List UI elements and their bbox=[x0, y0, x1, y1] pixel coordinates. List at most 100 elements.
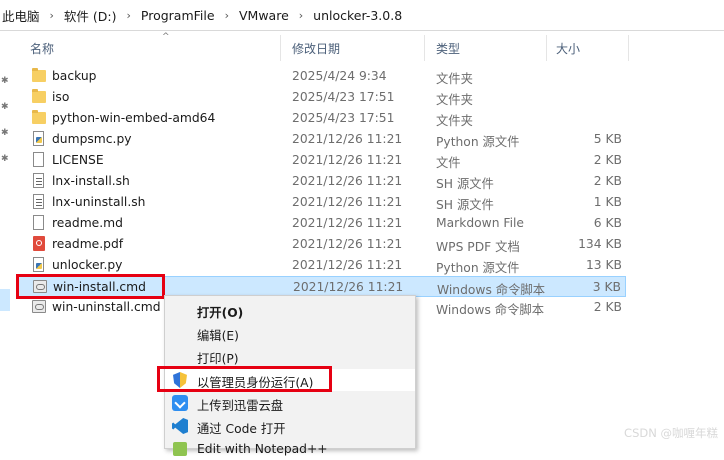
sh-file-icon bbox=[31, 173, 47, 189]
file-modified: 2021/12/26 11:21 bbox=[292, 195, 403, 209]
file-modified: 2021/12/26 11:21 bbox=[292, 174, 403, 188]
file-row[interactable]: readme.md 2021/12/26 11:21 Markdown File 6 … bbox=[18, 213, 626, 234]
menu-item[interactable]: 打开(O) bbox=[165, 299, 415, 321]
pin-icon: ✱ bbox=[1, 128, 9, 138]
file-size: 134 KB bbox=[578, 237, 622, 251]
file-type: Markdown File bbox=[436, 216, 524, 230]
file-icon bbox=[31, 152, 47, 168]
menu-item-label: 打开(O) bbox=[197, 306, 244, 320]
column-name[interactable]: 名称 bbox=[30, 40, 54, 57]
file-type: 文件夹 bbox=[436, 114, 473, 128]
file-row[interactable]: lnx-install.sh 2021/12/26 11:21 SH 源文件 2 KB bbox=[18, 171, 626, 192]
menu-item[interactable]: 编辑(E) bbox=[165, 322, 415, 344]
file-name: backup bbox=[52, 69, 97, 83]
file-size: 6 KB bbox=[593, 216, 622, 230]
file-row[interactable]: readme.pdf 2021/12/26 11:21 WPS PDF 文档 134 … bbox=[18, 234, 626, 255]
python-file-icon bbox=[31, 257, 47, 273]
file-name: iso bbox=[52, 90, 70, 104]
file-type: SH 源文件 bbox=[436, 198, 494, 212]
menu-item[interactable]: 打印(P) bbox=[165, 345, 415, 367]
file-type: SH 源文件 bbox=[436, 177, 494, 191]
file-size: 2 KB bbox=[593, 153, 622, 167]
file-name: readme.pdf bbox=[52, 237, 124, 251]
file-name: readme.md bbox=[52, 216, 123, 230]
highlight-box-file bbox=[16, 274, 165, 299]
file-size: 3 KB bbox=[592, 280, 621, 294]
file-type: 文件 bbox=[436, 156, 461, 170]
file-size: 13 KB bbox=[585, 258, 622, 272]
sh-file-icon bbox=[31, 194, 47, 210]
column-modified[interactable]: 修改日期 bbox=[292, 40, 340, 57]
file-name: python-win-embed-amd64 bbox=[52, 111, 216, 125]
file-modified: 2021/12/26 11:21 bbox=[292, 258, 403, 272]
pin-icon: ✱ bbox=[1, 102, 9, 112]
file-row[interactable]: lnx-uninstall.sh 2021/12/26 11:21 SH 源文件 1 … bbox=[18, 192, 626, 213]
file-type: Windows 命令脚本 bbox=[437, 283, 545, 297]
file-modified: 2021/12/26 11:21 bbox=[293, 280, 404, 294]
notepadpp-icon bbox=[172, 441, 188, 457]
pin-icon: ✱ bbox=[1, 154, 9, 164]
chevron-right-icon[interactable]: › bbox=[291, 9, 311, 22]
menu-item-label: 编辑(E) bbox=[197, 329, 239, 343]
file-type: 文件夹 bbox=[436, 93, 473, 107]
file-type: 文件夹 bbox=[436, 72, 473, 86]
vscode-icon bbox=[172, 418, 188, 434]
menu-item-label: 通过 Code 打开 bbox=[197, 422, 286, 436]
file-modified: 2021/12/26 11:21 bbox=[292, 153, 403, 167]
file-size: 1 KB bbox=[593, 195, 622, 209]
file-name: dumpsmc.py bbox=[52, 132, 132, 146]
breadcrumb: 此电脑 › 软件 (D:) › ProgramFile › VMware › u… bbox=[0, 0, 724, 31]
python-file-icon bbox=[31, 131, 47, 147]
pdf-file-icon bbox=[31, 236, 47, 252]
sort-up-icon: ^ bbox=[162, 32, 170, 42]
breadcrumb-programfile[interactable]: ProgramFile bbox=[139, 8, 217, 23]
folder-icon bbox=[31, 89, 47, 105]
file-row[interactable]: unlocker.py 2021/12/26 11:21 Python 源文件 13 … bbox=[18, 255, 626, 276]
file-type: Windows 命令脚本 bbox=[436, 303, 544, 317]
file-name: lnx-install.sh bbox=[52, 174, 130, 188]
column-header: ^ 名称 修改日期 类型 大小 bbox=[12, 31, 632, 61]
file-row[interactable]: python-win-embed-amd64 2025/4/23 17:51 文件夹 bbox=[18, 108, 626, 129]
menu-item[interactable]: Edit with Notepad++ bbox=[165, 438, 415, 460]
folder-icon bbox=[31, 110, 47, 126]
breadcrumb-unlocker[interactable]: unlocker-3.0.8 bbox=[311, 8, 404, 23]
chevron-right-icon[interactable]: › bbox=[119, 9, 139, 22]
file-modified: 2025/4/23 17:51 bbox=[292, 90, 395, 104]
file-row[interactable]: LICENSE 2021/12/26 11:21 文件 2 KB bbox=[18, 150, 626, 171]
file-size: 5 KB bbox=[593, 132, 622, 146]
nav-selected-item[interactable] bbox=[0, 289, 10, 311]
file-type: Python 源文件 bbox=[436, 261, 520, 275]
column-divider[interactable] bbox=[546, 35, 547, 61]
menu-item-label: 打印(P) bbox=[197, 352, 239, 366]
column-type[interactable]: 类型 bbox=[436, 40, 460, 57]
file-row[interactable]: iso 2025/4/23 17:51 文件夹 bbox=[18, 87, 626, 108]
menu-item[interactable]: 通过 Code 打开 bbox=[165, 415, 415, 437]
xunlei-icon bbox=[172, 395, 188, 411]
menu-item[interactable]: 上传到迅雷云盘 bbox=[165, 392, 415, 414]
file-size: 2 KB bbox=[593, 174, 622, 188]
file-row[interactable]: backup 2025/4/24 9:34 文件夹 bbox=[18, 66, 626, 87]
menu-item-label: Edit with Notepad++ bbox=[197, 442, 328, 456]
file-size: 2 KB bbox=[593, 300, 622, 314]
column-divider[interactable] bbox=[424, 35, 425, 61]
column-divider[interactable] bbox=[280, 35, 281, 61]
file-row[interactable]: dumpsmc.py 2021/12/26 11:21 Python 源文件 5 KB bbox=[18, 129, 626, 150]
navigation-pane[interactable]: ✱ ✱ ✱ ✱ bbox=[0, 31, 12, 447]
breadcrumb-drive-d[interactable]: 软件 (D:) bbox=[62, 6, 119, 25]
chevron-right-icon[interactable]: › bbox=[217, 9, 237, 22]
column-divider[interactable] bbox=[628, 35, 629, 61]
file-name: unlocker.py bbox=[52, 258, 123, 272]
file-name: lnx-uninstall.sh bbox=[52, 195, 146, 209]
chevron-right-icon[interactable]: › bbox=[42, 9, 62, 22]
column-size[interactable]: 大小 bbox=[556, 40, 580, 57]
breadcrumb-this-pc[interactable]: 此电脑 bbox=[0, 6, 42, 25]
cmd-file-icon bbox=[31, 299, 47, 315]
breadcrumb-vmware[interactable]: VMware bbox=[237, 8, 291, 23]
file-modified: 2021/12/26 11:21 bbox=[292, 216, 403, 230]
folder-icon bbox=[31, 68, 47, 84]
file-modified: 2021/12/26 11:21 bbox=[292, 132, 403, 146]
file-name: LICENSE bbox=[52, 153, 104, 167]
file-modified: 2025/4/24 9:34 bbox=[292, 69, 387, 83]
file-modified: 2025/4/23 17:51 bbox=[292, 111, 395, 125]
highlight-box-run-as-admin bbox=[157, 366, 332, 392]
